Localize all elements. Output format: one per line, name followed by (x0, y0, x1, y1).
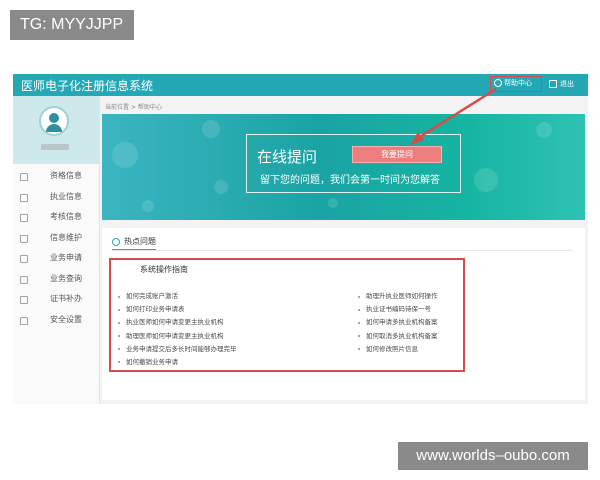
question-link[interactable]: 如何撤销业务申请 (118, 356, 237, 369)
divider (112, 250, 572, 251)
question-link[interactable]: 执业证书编码待保一号 (358, 303, 438, 316)
username-placeholder (41, 144, 69, 150)
question-link[interactable]: 执业医师如何申请变更主执业机构 (118, 316, 237, 329)
sidebar-item-label: 证书补办 (50, 294, 82, 303)
guide-title: 系统操作指南 (140, 265, 188, 274)
question-link[interactable]: 如何取消多执业机构备案 (358, 330, 438, 343)
sidebar-item-security[interactable]: 安全设置 (13, 310, 99, 331)
decor-bubble (474, 168, 498, 192)
sidebar-item-assessment[interactable]: 考核信息 (13, 207, 99, 228)
decor-bubble (536, 122, 552, 138)
avatar-body (46, 124, 62, 132)
thumbs-up-icon (112, 237, 120, 246)
sidebar-item-maintenance[interactable]: 信息维护 (13, 228, 99, 249)
sidebar-item-application[interactable]: 业务申请 (13, 248, 99, 269)
decor-bubble (112, 142, 138, 168)
user-lock-icon (20, 316, 28, 325)
document-icon (20, 296, 28, 304)
sidebar: 资格信息 执业信息 考核信息 信息维护 业务申请 业务查询 证书补办 安全设置 (13, 96, 100, 404)
sidebar-item-label: 执业信息 (50, 191, 82, 201)
question-link[interactable]: 助理升执业医师如何操作 (358, 290, 438, 303)
clipboard-icon (20, 214, 28, 222)
ask-question-button[interactable]: 我要提问 (352, 146, 442, 163)
question-link[interactable]: 业务申请提交后多长时间能够办理完毕 (118, 343, 237, 356)
sidebar-nav: 资格信息 执业信息 考核信息 信息维护 业务申请 业务查询 证书补办 安全设置 (13, 166, 99, 330)
question-link[interactable]: 如何修改照片信息 (358, 343, 438, 356)
question-link[interactable]: 如何完成账户激活 (118, 290, 237, 303)
sidebar-item-reissue[interactable]: 证书补办 (13, 289, 99, 310)
sidebar-item-label: 安全设置 (50, 314, 82, 324)
avatar[interactable] (39, 106, 69, 136)
id-card-icon (20, 234, 28, 243)
avatar-head (49, 113, 59, 123)
help-center-label: 帮助中心 (504, 79, 532, 87)
watermark-top: TG: MYYJJPP (10, 10, 134, 40)
question-link[interactable]: 助理医师如何申请变更主执业机构 (118, 330, 237, 343)
logout-label: 退出 (560, 80, 574, 88)
decor-bubble (214, 180, 228, 194)
breadcrumb: 当前位置 > 帮助中心 (105, 104, 162, 111)
edit-icon (20, 255, 28, 263)
sidebar-item-label: 信息维护 (50, 232, 82, 242)
help-icon (494, 79, 502, 87)
banner-title: 在线提问 (257, 148, 318, 166)
sidebar-item-label: 考核信息 (50, 212, 82, 221)
decor-bubble (142, 200, 154, 212)
ask-banner: 在线提问 我要提问 留下您的问题，我们会第一时间为您解答 (102, 114, 585, 220)
logout-button[interactable]: 退出 (549, 77, 574, 91)
decor-bubble (202, 120, 220, 138)
sidebar-item-label: 业务查询 (50, 273, 82, 283)
help-center-button[interactable]: 帮助中心 (490, 76, 542, 92)
question-link[interactable]: 如何申请多执业机构备案 (358, 316, 438, 329)
logout-icon (549, 80, 557, 88)
sidebar-item-label: 业务申请 (50, 253, 82, 262)
profile-panel (13, 96, 99, 164)
headset-icon (20, 193, 28, 202)
decor-bubble (328, 198, 338, 208)
question-list-right: 助理升执业医师如何操作 执业证书编码待保一号 如何申请多执业机构备案 如何取消多… (358, 290, 438, 356)
top-bar: 医师电子化注册信息系统 帮助中心 退出 (13, 74, 588, 96)
question-link[interactable]: 如何打印业务申请表 (118, 303, 237, 316)
sidebar-item-qualification[interactable]: 资格信息 (13, 166, 99, 187)
app-title: 医师电子化注册信息系统 (21, 79, 154, 93)
question-list-left: 如何完成账户激活 如何打印业务申请表 执业医师如何申请变更主执业机构 助理医师如… (118, 290, 237, 369)
sidebar-item-label: 资格信息 (50, 171, 82, 180)
tab-hot-questions[interactable]: 热点问题 (112, 236, 156, 247)
sidebar-item-query[interactable]: 业务查询 (13, 269, 99, 290)
banner-subtitle: 留下您的问题，我们会第一时间为您解答 (260, 175, 440, 186)
watermark-bottom: www.worlds–oubo.com (398, 442, 588, 470)
search-icon (20, 275, 28, 284)
certificate-icon (20, 173, 28, 181)
sidebar-item-practice[interactable]: 执业信息 (13, 187, 99, 208)
tab-hot-questions-label: 热点问题 (124, 237, 156, 246)
